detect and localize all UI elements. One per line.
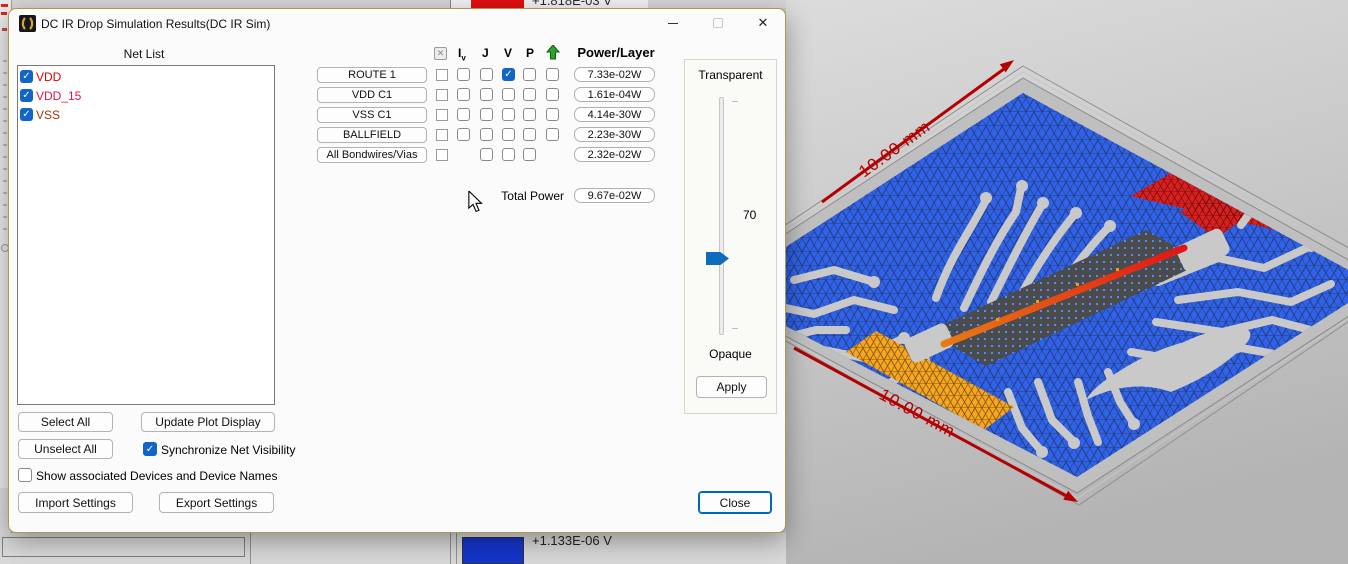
column-header-v: V bbox=[504, 46, 513, 60]
background-panel-outline bbox=[2, 537, 245, 557]
legend-max-value: +1.818E-03 V bbox=[532, 0, 612, 8]
update-plot-display-button[interactable]: Update Plot Display bbox=[141, 412, 275, 432]
synchronize-net-visibility-checkbox[interactable] bbox=[143, 442, 157, 456]
arrow-checkbox[interactable] bbox=[546, 108, 559, 121]
j-checkbox[interactable] bbox=[480, 108, 493, 121]
layer-row-ballfield: BALLFIELD 2.23e-30W bbox=[9, 127, 785, 143]
minimize-button[interactable] bbox=[656, 11, 690, 35]
power-value: 4.14e-30W bbox=[574, 107, 655, 122]
transparency-slider-track[interactable] bbox=[719, 97, 724, 335]
divider-line bbox=[456, 533, 457, 564]
close-button[interactable]: Close bbox=[698, 491, 772, 514]
layer-row-bondwires: All Bondwires/Vias 2.32e-02W bbox=[9, 147, 785, 163]
unselect-all-button[interactable]: Unselect All bbox=[18, 439, 113, 459]
total-power-value: 9.67e-02W bbox=[574, 188, 655, 203]
master-column-icon bbox=[434, 47, 447, 60]
layer-button[interactable]: VSS C1 bbox=[317, 107, 427, 123]
legend-color-swatch-min bbox=[462, 537, 524, 564]
master-checkbox[interactable] bbox=[436, 109, 448, 121]
apply-button[interactable]: Apply bbox=[696, 376, 767, 398]
divider-line bbox=[450, 533, 451, 564]
power-value: 2.32e-02W bbox=[574, 147, 655, 162]
app-icon bbox=[19, 15, 36, 32]
layer-button[interactable]: All Bondwires/Vias bbox=[317, 147, 427, 163]
j-checkbox[interactable] bbox=[480, 128, 493, 141]
title-bar[interactable]: DC IR Drop Simulation Results(DC IR Sim)… bbox=[9, 9, 785, 39]
power-value: 2.23e-30W bbox=[574, 127, 655, 142]
maximize-button[interactable] bbox=[701, 11, 735, 35]
background-strip-bottom: +1.133E-06 V bbox=[0, 533, 786, 564]
divider-line bbox=[250, 533, 251, 564]
iv-checkbox[interactable] bbox=[457, 128, 470, 141]
iv-checkbox[interactable] bbox=[457, 68, 470, 81]
pcb-3d-viewport[interactable]: 10.00 mm 10.00 mm bbox=[786, 0, 1348, 564]
v-checkbox-checked[interactable] bbox=[502, 68, 515, 81]
maximize-icon bbox=[713, 18, 723, 28]
v-checkbox[interactable] bbox=[502, 148, 515, 161]
up-arrow-icon bbox=[546, 45, 560, 60]
v-checkbox[interactable] bbox=[502, 108, 515, 121]
transparent-label: Transparent bbox=[698, 68, 763, 82]
j-checkbox[interactable] bbox=[480, 88, 493, 101]
arrow-checkbox[interactable] bbox=[546, 88, 559, 101]
import-settings-button[interactable]: Import Settings bbox=[18, 492, 133, 513]
p-checkbox[interactable] bbox=[523, 128, 536, 141]
layer-button[interactable]: BALLFIELD bbox=[317, 127, 427, 143]
layer-button[interactable]: ROUTE 1 bbox=[317, 67, 427, 83]
transparency-value: 70 bbox=[743, 208, 757, 222]
master-checkbox[interactable] bbox=[436, 89, 448, 101]
synchronize-net-visibility-label: Synchronize Net Visibility bbox=[161, 443, 296, 457]
close-window-button[interactable]: ✕ bbox=[746, 11, 780, 35]
total-power-row: Total Power 9.67e-02W bbox=[9, 188, 785, 204]
layer-row-vss-c1: VSS C1 4.14e-30W bbox=[9, 107, 785, 123]
show-devices-checkbox[interactable] bbox=[18, 468, 32, 482]
legend-color-swatch-max bbox=[471, 0, 524, 8]
p-checkbox[interactable] bbox=[523, 108, 536, 121]
background-strip-top bbox=[12, 0, 786, 8]
net-list-label: Net List bbox=[123, 47, 165, 61]
p-checkbox[interactable] bbox=[523, 88, 536, 101]
master-checkbox[interactable] bbox=[436, 69, 448, 81]
p-checkbox[interactable] bbox=[523, 68, 536, 81]
layer-row-route1: ROUTE 1 7.33e-02W bbox=[9, 67, 785, 83]
v-checkbox[interactable] bbox=[502, 128, 515, 141]
show-devices-label: Show associated Devices and Device Names bbox=[36, 469, 278, 483]
dc-ir-results-dialog: DC IR Drop Simulation Results(DC IR Sim)… bbox=[8, 8, 786, 533]
arrow-checkbox[interactable] bbox=[546, 128, 559, 141]
column-header-iv: Iv bbox=[458, 46, 466, 63]
opaque-label: Opaque bbox=[709, 347, 752, 361]
slider-tick bbox=[732, 328, 738, 329]
j-checkbox[interactable] bbox=[480, 68, 493, 81]
power-value: 1.61e-04W bbox=[574, 87, 655, 102]
column-header-j: J bbox=[482, 46, 489, 60]
iv-checkbox[interactable] bbox=[457, 108, 470, 121]
window-title: DC IR Drop Simulation Results(DC IR Sim) bbox=[41, 17, 271, 31]
select-all-button[interactable]: Select All bbox=[18, 412, 113, 432]
arrow-checkbox[interactable] bbox=[546, 68, 559, 81]
p-checkbox[interactable] bbox=[523, 148, 536, 161]
power-layer-header: Power/Layer bbox=[577, 45, 655, 60]
master-checkbox[interactable] bbox=[436, 129, 448, 141]
iv-checkbox[interactable] bbox=[457, 88, 470, 101]
j-checkbox[interactable] bbox=[480, 148, 493, 161]
master-checkbox[interactable] bbox=[436, 149, 448, 161]
transparency-slider-thumb[interactable] bbox=[706, 252, 729, 265]
minimize-icon bbox=[668, 22, 678, 24]
export-settings-button[interactable]: Export Settings bbox=[159, 492, 274, 513]
v-checkbox[interactable] bbox=[502, 88, 515, 101]
voltage-legend-top: +1.818E-03 V bbox=[450, 0, 648, 8]
screen: +1.818E-03 V +1.133E-06 V 10.00 mm 10.00… bbox=[0, 0, 1348, 564]
power-value: 7.33e-02W bbox=[574, 67, 655, 82]
layer-button[interactable]: VDD C1 bbox=[317, 87, 427, 103]
mouse-cursor bbox=[468, 191, 483, 213]
layer-row-vdd-c1: VDD C1 1.61e-04W bbox=[9, 87, 785, 103]
legend-min-value: +1.133E-06 V bbox=[532, 533, 612, 548]
slider-tick bbox=[732, 101, 738, 102]
column-header-p: P bbox=[526, 46, 535, 60]
transparency-panel: Transparent 70 Opaque Apply bbox=[684, 59, 777, 414]
